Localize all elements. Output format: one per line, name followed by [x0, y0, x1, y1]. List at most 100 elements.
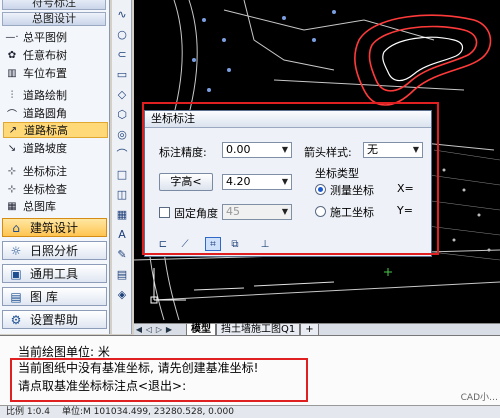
- parking-icon: ▥: [7, 67, 17, 79]
- category-label: 设置帮助: [30, 313, 79, 327]
- spline-icon[interactable]: ∿: [114, 6, 130, 22]
- precision-value: 0.00: [226, 143, 251, 156]
- layout-tabs-bar: ◀ ◁ ▷ ▶ 模型 挡土墙施工图Q1 +: [134, 323, 500, 336]
- menu-item-road-fillet[interactable]: ⌒ 道路圆角: [3, 105, 108, 121]
- draw-toolbar: ∿ ○ ⊂ ▭ ◇ ⬡ ◎ ⌒ □ ◫ ▦ A ✎ ▤ ◈: [112, 0, 132, 334]
- radio-construction-label: 施工坐标: [330, 206, 374, 219]
- menu-item-label: 坐标标注: [23, 165, 67, 178]
- gradient-icon[interactable]: ◈: [114, 286, 130, 302]
- coordinate-icon: ⊹: [7, 165, 17, 177]
- menu-item-road-draw[interactable]: ⫶ 道路绘制: [3, 87, 108, 103]
- menu-item-coord-annotation[interactable]: ⊹ 坐标标注: [3, 163, 108, 179]
- add-tab-button[interactable]: +: [300, 323, 319, 336]
- x-label: X=: [397, 182, 414, 195]
- menu-item-label: 道路坡度: [23, 142, 67, 155]
- house-icon: ⌂: [12, 220, 20, 235]
- arc-icon[interactable]: ⊂: [114, 46, 130, 62]
- fixed-angle-label: 固定角度: [174, 207, 218, 220]
- radio-measure-coord[interactable]: [315, 184, 326, 195]
- text-icon[interactable]: A: [114, 226, 130, 242]
- menu-item-label: 总图库: [23, 200, 56, 213]
- road-icon: ⫶: [10, 89, 14, 101]
- arrow-style-label: 箭头样式:: [304, 146, 352, 159]
- rectangle-icon[interactable]: ▭: [114, 66, 130, 82]
- command-window: 当前绘图单位: 米 当前图纸中没有基准坐标, 请先创建基准坐标! 请点取基准坐标…: [0, 335, 500, 405]
- curve-icon[interactable]: ⌒: [114, 146, 130, 162]
- char-height-value: 4.20: [226, 175, 251, 188]
- annotate-icon[interactable]: ⊏: [155, 237, 171, 251]
- status-bar: 比例 1:0.4 单位:M 101034.499, 23280.528, 0.0…: [0, 405, 500, 418]
- arrow-style-select[interactable]: 无 ▼: [363, 142, 423, 158]
- left-panel: 符号标注 总图设计 —· 总平图例 ✿ 任意布树 ▥ 车位布置 ⫶ 道路绘制 ⌒…: [0, 0, 110, 334]
- table-icon[interactable]: ▤: [114, 266, 130, 282]
- category-general-tools[interactable]: ▣ 通用工具: [2, 264, 107, 283]
- batch-annotate-icon[interactable]: ⌗: [205, 237, 221, 251]
- library-icon: ▦: [7, 200, 17, 212]
- region-icon[interactable]: □: [114, 166, 130, 182]
- category-label: 图 库: [30, 290, 58, 304]
- tab-model[interactable]: 模型: [186, 323, 216, 336]
- coord-annotation-dialog: 坐标标注 标注精度: 0.00 ▼ 箭头样式: 无 ▼ 坐标类型 字高< 4.2…: [144, 110, 432, 257]
- category-header-symbol[interactable]: 符号标注: [2, 0, 106, 10]
- last-tab-icon[interactable]: ▶: [164, 325, 174, 334]
- tools-icon: ▣: [10, 266, 22, 281]
- fixed-angle-select[interactable]: 45 ▼: [222, 204, 292, 220]
- sun-icon: ☼: [10, 243, 22, 258]
- legend-icon: —·: [5, 31, 19, 43]
- chevron-down-icon: ▼: [281, 145, 289, 154]
- category-label: 建筑设计: [30, 221, 79, 235]
- category-drawing-library[interactable]: ▤ 图 库: [2, 287, 107, 306]
- chevron-down-icon: ▼: [281, 207, 289, 216]
- edit-icon[interactable]: ✎: [114, 246, 130, 262]
- next-tab-icon[interactable]: ▷: [154, 325, 164, 334]
- elevation-icon: ↗: [8, 124, 18, 136]
- precision-select[interactable]: 0.00 ▼: [222, 142, 292, 158]
- pen-icon[interactable]: ⟋: [177, 237, 193, 251]
- tab-retaining-wall-drawing[interactable]: 挡土墙施工图Q1: [216, 323, 301, 336]
- category-sunlight-analysis[interactable]: ☼ 日照分析: [2, 241, 107, 260]
- first-tab-icon[interactable]: ◀: [134, 325, 144, 334]
- menu-item-road-elevation[interactable]: ↗ 道路标高: [3, 122, 108, 138]
- command-highlight-frame: [10, 358, 308, 402]
- block-icon[interactable]: ◫: [114, 186, 130, 202]
- fillet-icon: ⌒: [7, 109, 17, 121]
- precision-label: 标注精度:: [159, 146, 207, 159]
- coordinate-check-icon: ⊹: [7, 183, 17, 195]
- base-point-icon[interactable]: ⊥: [257, 237, 273, 251]
- fixed-angle-checkbox[interactable]: [159, 207, 170, 218]
- menu-item-label: 总平图例: [23, 31, 67, 44]
- category-settings-help[interactable]: ⚙ 设置帮助: [2, 310, 107, 329]
- library-icon: ▤: [10, 289, 22, 304]
- menu-item-label: 坐标检查: [23, 183, 67, 196]
- chevron-down-icon: ▼: [281, 177, 289, 186]
- ellipse-icon[interactable]: ◎: [114, 126, 130, 142]
- menu-item-site-library[interactable]: ▦ 总图库: [3, 198, 108, 214]
- char-height-select[interactable]: 4.20 ▼: [222, 174, 292, 190]
- hatch-icon[interactable]: ▦: [114, 206, 130, 222]
- polygon-icon[interactable]: ⬡: [114, 106, 130, 122]
- command-line-1: 当前绘图单位: 米: [18, 345, 110, 359]
- copy-icon[interactable]: ⧉: [227, 237, 243, 251]
- menu-item-label: 道路标高: [24, 124, 68, 137]
- menu-item-coord-check[interactable]: ⊹ 坐标检查: [3, 181, 108, 197]
- menu-item-site-legend[interactable]: —· 总平图例: [3, 29, 108, 45]
- prev-tab-icon[interactable]: ◁: [144, 325, 154, 334]
- fixed-angle-value: 45: [226, 205, 240, 218]
- category-architecture-design[interactable]: ⌂ 建筑设计: [2, 218, 107, 237]
- gear-icon: ⚙: [10, 312, 22, 327]
- menu-item-place-trees[interactable]: ✿ 任意布树: [3, 47, 108, 63]
- chevron-down-icon: ▼: [412, 145, 420, 154]
- diamond-icon[interactable]: ◇: [114, 86, 130, 102]
- arrow-style-value: 无: [367, 143, 378, 156]
- radio-measure-label: 测量坐标: [330, 184, 374, 197]
- menu-item-road-slope[interactable]: ↘ 道路坡度: [3, 140, 108, 156]
- char-height-button[interactable]: 字高<: [159, 173, 213, 191]
- circle-icon[interactable]: ○: [114, 26, 130, 42]
- category-label: 通用工具: [30, 267, 79, 281]
- menu-item-label: 任意布树: [23, 49, 67, 62]
- dialog-title[interactable]: 坐标标注: [145, 111, 431, 128]
- menu-item-parking[interactable]: ▥ 车位布置: [3, 65, 108, 81]
- category-header-general[interactable]: 总图设计: [2, 12, 106, 26]
- radio-construction-coord[interactable]: [315, 206, 326, 217]
- category-label: 日照分析: [30, 244, 79, 258]
